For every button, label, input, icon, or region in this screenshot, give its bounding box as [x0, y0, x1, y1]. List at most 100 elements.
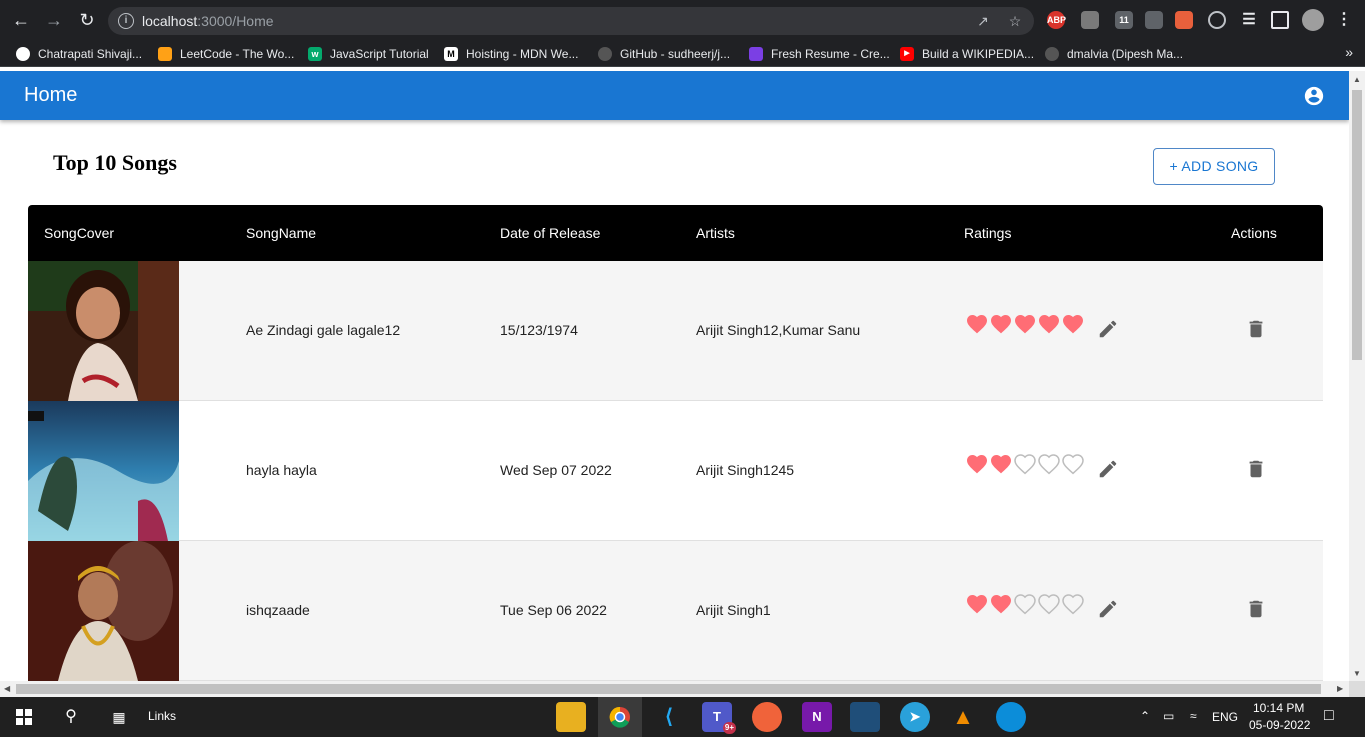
song-name: hayla hayla — [246, 462, 317, 478]
teams-icon[interactable]: T 9+ — [702, 702, 736, 734]
puzzle-extensions-icon[interactable]: ☰ — [1240, 11, 1258, 29]
heart-filled-icon[interactable] — [989, 312, 1013, 336]
scroll-right-icon[interactable]: ▶ — [1337, 684, 1343, 693]
heart-filled-icon[interactable] — [965, 452, 989, 476]
screen-extension-icon[interactable] — [1145, 11, 1163, 29]
delete-icon[interactable] — [1245, 598, 1267, 620]
w3schools-icon: w — [308, 47, 322, 61]
notifications-icon[interactable]: □ — [1324, 707, 1334, 725]
scroll-down-icon[interactable]: ▼ — [1353, 669, 1361, 678]
horizontal-scroll-thumb[interactable] — [16, 684, 1321, 694]
profile-avatar[interactable] — [1302, 9, 1324, 31]
mysql-workbench-icon[interactable] — [850, 702, 880, 732]
bookmark-item[interactable]: Chatrapati Shivaji... — [16, 45, 142, 63]
task-view-icon[interactable]: ▦ — [104, 702, 134, 732]
edit-icon[interactable] — [1097, 318, 1119, 340]
github-icon — [1045, 47, 1059, 61]
heart-empty-icon[interactable] — [1013, 592, 1037, 616]
artists: Arijit Singh1245 — [696, 462, 795, 478]
edge-icon[interactable] — [996, 702, 1026, 732]
heart-filled-icon[interactable] — [989, 452, 1013, 476]
song-cover-image — [28, 261, 179, 401]
adblock-icon[interactable]: ABP — [1047, 11, 1066, 29]
table-row: Ae Zindagi gale lagale12 15/123/1974 Ari… — [28, 261, 1323, 401]
vlc-icon[interactable]: ▲ — [948, 702, 978, 732]
bookmark-item[interactable]: dmalvia (Dipesh Ma... — [1045, 45, 1183, 63]
forward-icon[interactable]: → — [42, 8, 66, 32]
wifi-icon[interactable]: ≈ — [1190, 709, 1197, 723]
bookmark-star-icon[interactable]: ☆ — [1006, 12, 1024, 30]
chrome-taskbar-item[interactable] — [598, 697, 642, 737]
reload-icon[interactable]: ↻ — [75, 8, 99, 32]
app-bar-title[interactable]: Home — [24, 84, 77, 107]
battery-icon[interactable]: ▭ — [1163, 709, 1174, 723]
heart-filled-icon[interactable] — [965, 592, 989, 616]
counter-extension-icon[interactable]: 11 — [1115, 11, 1133, 29]
header-ratings: Ratings — [964, 225, 1012, 241]
bookmark-item[interactable]: LeetCode - The Wo... — [158, 45, 294, 63]
horizontal-scrollbar[interactable]: ◀ ▶ — [0, 681, 1349, 697]
app-bar: Home — [0, 71, 1349, 120]
vertical-scrollbar[interactable]: ▲ ▼ — [1349, 71, 1365, 681]
clock-time[interactable]: 10:14 PM — [1253, 701, 1304, 715]
heart-filled-icon[interactable] — [1013, 312, 1037, 336]
clock-date[interactable]: 05-09-2022 — [1249, 718, 1310, 732]
share-icon[interactable]: ↗ — [974, 12, 992, 30]
tray-chevron-icon[interactable]: ⌃ — [1140, 709, 1150, 723]
onenote-icon[interactable]: N — [802, 702, 832, 732]
delete-icon[interactable] — [1245, 318, 1267, 340]
bookmarks-overflow-icon[interactable]: » — [1345, 44, 1353, 60]
vertical-scroll-thumb[interactable] — [1352, 90, 1362, 360]
links-toolbar[interactable]: Links — [148, 709, 176, 723]
postman-icon[interactable] — [752, 702, 782, 732]
windows-start-icon[interactable] — [16, 709, 32, 725]
heart-filled-icon[interactable] — [1037, 312, 1061, 336]
browser-toolbar: ← → ↻ i localhost:3000/Home ↗ ☆ ABP 11 ☰… — [0, 0, 1365, 41]
header-song-name: SongName — [246, 225, 317, 241]
record-extension-icon[interactable] — [1208, 11, 1226, 29]
scroll-up-icon[interactable]: ▲ — [1353, 75, 1361, 84]
bookmark-item[interactable]: w JavaScript Tutorial — [308, 45, 429, 63]
bookmark-item[interactable]: GitHub - sudheerj/j... — [598, 45, 730, 63]
bookmark-item[interactable]: Fresh Resume - Cre... — [749, 45, 890, 63]
windows-taskbar: ⚲ ▦ Links ⟨ T 9+ N ➤ ▲ ⌃ ▭ ≈ ENG 10:14 PM… — [0, 697, 1365, 737]
vscode-icon[interactable]: ⟨ — [654, 702, 684, 732]
heart-empty-icon[interactable] — [1013, 452, 1037, 476]
edit-icon[interactable] — [1097, 598, 1119, 620]
heart-filled-icon[interactable] — [989, 592, 1013, 616]
song-name: ishqzaade — [246, 602, 310, 618]
shield-extension-icon[interactable] — [1081, 11, 1099, 29]
song-cover-image — [28, 541, 179, 681]
header-date: Date of Release — [500, 225, 601, 241]
heart-filled-icon[interactable] — [1061, 312, 1085, 336]
add-song-button[interactable]: + ADD SONG — [1153, 148, 1275, 185]
extension-badge: 11 — [1119, 15, 1129, 25]
song-name: Ae Zindagi gale lagale12 — [246, 322, 401, 338]
sidepanel-icon[interactable] — [1271, 11, 1289, 29]
bookmark-item[interactable]: M Hoisting - MDN We... — [444, 45, 578, 63]
back-icon[interactable]: ← — [9, 8, 33, 32]
heart-empty-icon[interactable] — [1037, 592, 1061, 616]
telegram-icon[interactable]: ➤ — [900, 702, 930, 732]
rating-hearts[interactable] — [965, 592, 1085, 616]
postman-extension-icon[interactable] — [1175, 11, 1193, 29]
rating-hearts[interactable] — [965, 452, 1085, 476]
account-circle-icon[interactable] — [1303, 85, 1325, 107]
page-viewport: Home Top 10 Songs + ADD SONG SongCover S… — [0, 71, 1349, 681]
language-indicator[interactable]: ENG — [1212, 710, 1238, 724]
scroll-left-icon[interactable]: ◀ — [4, 684, 10, 693]
header-song-cover: SongCover — [44, 225, 115, 241]
heart-filled-icon[interactable] — [965, 312, 989, 336]
menu-kebab-icon[interactable]: ⋮ — [1335, 11, 1353, 29]
file-explorer-icon[interactable] — [556, 702, 586, 732]
heart-empty-icon[interactable] — [1037, 452, 1061, 476]
heart-empty-icon[interactable] — [1061, 592, 1085, 616]
address-bar[interactable]: i localhost:3000/Home ↗ ☆ — [108, 7, 1034, 35]
edit-icon[interactable] — [1097, 458, 1119, 480]
search-icon[interactable]: ⚲ — [56, 702, 86, 732]
site-info-icon[interactable]: i — [118, 13, 134, 29]
heart-empty-icon[interactable] — [1061, 452, 1085, 476]
bookmark-item[interactable]: ▶ Build a WIKIPEDIA... — [900, 45, 1034, 63]
rating-hearts[interactable] — [965, 312, 1085, 336]
delete-icon[interactable] — [1245, 458, 1267, 480]
